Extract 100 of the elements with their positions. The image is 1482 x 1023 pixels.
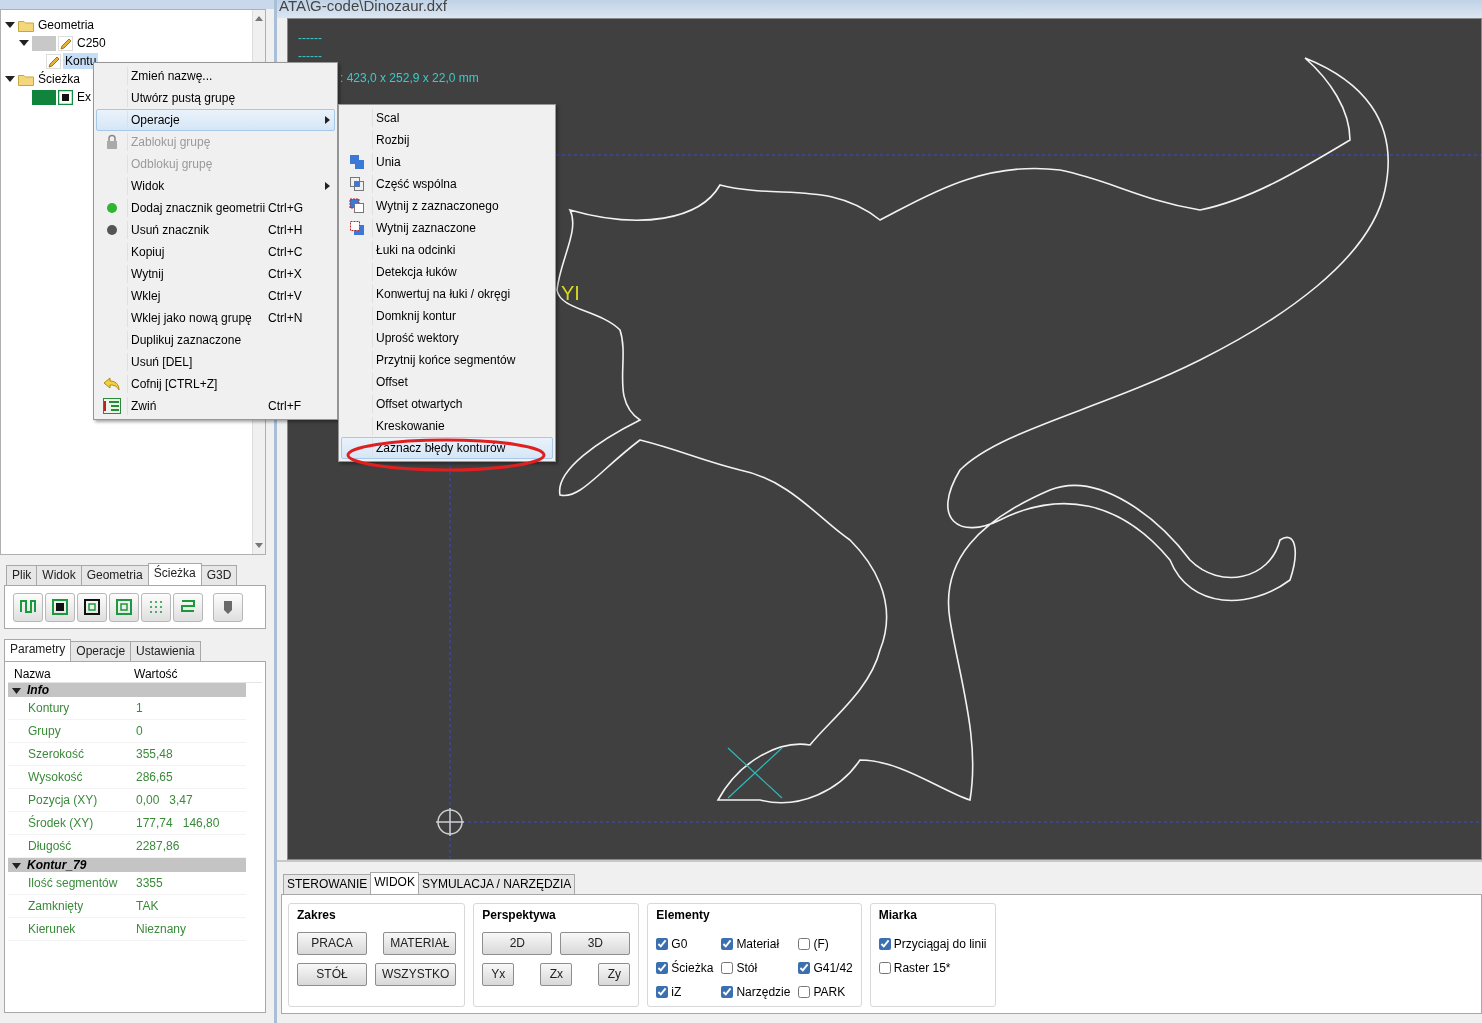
checkbox[interactable] [656,938,669,950]
view-button[interactable]: Zx [540,963,573,986]
submenu-item[interactable]: Część wspólna [341,173,553,195]
menu-item-label: Kopiuj [127,243,165,261]
cross-marker [727,747,783,799]
menu-item-label: Wklej jako nową grupę [127,309,252,327]
scroll-up-icon[interactable] [255,16,263,21]
context-menu-item[interactable]: Wytnij Ctrl+X [96,263,335,285]
submenu-item[interactable]: Wytnij zaznaczone [341,217,553,239]
intersect-shapes-icon [349,176,365,192]
tab[interactable]: STEROWANIE [283,874,372,894]
submenu-item[interactable]: Domknij kontur [341,305,553,327]
property-name: Środek (XY) [27,814,95,832]
tree-item[interactable]: Ex [75,89,93,105]
section-title: Info [27,682,49,699]
tree-item[interactable]: C250 [75,35,108,51]
shortcut-text: Ctrl+H [268,222,304,239]
submenu-item[interactable]: Scal [341,107,553,129]
submenu-item[interactable]: Uprość wektory [341,327,553,349]
checkbox[interactable] [878,962,891,974]
submenu-item[interactable]: Przytnij końce segmentów [341,349,553,371]
submenu-item[interactable]: Detekcja łuków [341,261,553,283]
tab[interactable]: Geometria [80,565,149,585]
tab[interactable]: Ustawienia [130,641,201,661]
menu-item-label: Operacje [127,111,180,129]
property-name: Długość [27,838,73,855]
checkbox-label: Ścieżka [671,959,714,977]
context-menu-item[interactable]: Utwórz pustą grupę [96,87,335,109]
checkbox[interactable] [721,986,734,998]
tab[interactable]: Widok [36,565,82,585]
column-header: Wartość [133,665,178,683]
info-text: : 423,0 x 252,9 x 22,0 mm [340,70,479,87]
tab[interactable]: Operacje [70,641,132,661]
property-name: Kierunek [27,921,77,938]
menu-item-label: Domknij kontur [372,307,457,325]
tab[interactable]: G3D [200,565,238,585]
context-menu-item[interactable]: Zmień nazwę... [96,65,335,87]
submenu-item[interactable]: Łuki na odcinki [341,239,553,261]
checkbox[interactable] [878,938,891,950]
view-button[interactable]: PRACA [297,932,367,955]
view-button[interactable]: MATERIAŁ [383,932,457,955]
origin-crosshair-icon [435,807,465,837]
expanded-arrow-icon[interactable] [12,685,21,695]
view-button[interactable]: 3D [560,932,631,955]
tab[interactable]: Plik [6,565,38,585]
context-menu-item[interactable]: Operacje [96,109,335,131]
scroll-down-icon[interactable] [255,543,263,548]
property-name: Szerokość [27,746,86,763]
checkbox[interactable] [798,986,811,998]
submenu-item[interactable]: Kreskowanie [341,415,553,437]
undo-arrow-icon [103,376,121,392]
toolbar-button[interactable] [45,592,75,622]
submenu-item[interactable]: Rozbij [341,129,553,151]
axis-label: YI [561,281,580,306]
submenu-item[interactable]: Wytnij z zaznaczonego [341,195,553,217]
menu-item-label: Łuki na odcinki [372,241,456,259]
view-button[interactable]: 2D [482,932,553,955]
context-menu-item[interactable]: Duplikuj zaznaczone [96,329,335,351]
list-icon [103,398,121,414]
tab[interactable]: Ścieżka [147,563,202,585]
expanded-arrow-icon[interactable] [12,860,21,870]
context-menu-item[interactable]: Widok [96,175,335,197]
toolbar-button[interactable] [77,592,107,622]
view-button[interactable]: Yx [482,963,515,986]
menu-item-label: Cofnij [CTRL+Z] [127,375,218,393]
tab[interactable]: SYMULACJA / NARZĘDZIA [417,874,576,894]
column-header: Nazwa [13,665,52,683]
menu-item-label: Część wspólna [372,175,457,193]
view-button[interactable]: WSZYSTKO [375,963,457,986]
context-menu-item[interactable]: Dodaj znacznik geometrii Ctrl+G [96,197,335,219]
shortcut-text: Ctrl+G [268,200,304,217]
context-menu-item[interactable]: Wklej jako nową grupę Ctrl+N [96,307,335,329]
checkbox[interactable] [721,938,734,950]
tab[interactable]: WIDOK [370,872,419,894]
group-title: Perspektywa [482,907,557,924]
view-button[interactable]: Zy [598,963,631,986]
tab[interactable]: Parametry [4,639,72,661]
submenu-item[interactable]: Konwertuj na łuki / okręgi [341,283,553,305]
property-name: Ilość segmentów [27,875,119,892]
checkbox[interactable] [798,962,811,974]
checkbox[interactable] [656,962,669,974]
context-menu-item[interactable]: Kopiuj Ctrl+C [96,241,335,263]
checkbox[interactable] [656,986,669,998]
checkbox[interactable] [798,938,811,950]
submenu-item[interactable]: Unia [341,151,553,173]
submenu-item[interactable]: Offset otwartych [341,393,553,415]
checkbox[interactable] [721,962,734,974]
menu-item-label: Uprość wektory [372,329,459,347]
tree-item[interactable]: Geometria [36,17,97,33]
context-menu-item[interactable]: Usuń znacznik Ctrl+H [96,219,335,241]
view-button[interactable]: STÓŁ [297,963,367,986]
tree-item[interactable]: Ścieżka [36,71,83,87]
property-name: Pozycja (XY) [27,792,99,809]
context-menu-item[interactable]: Zwiń Ctrl+F [96,395,335,417]
context-menu-item[interactable]: Usuń [DEL] [96,351,335,373]
context-menu-item[interactable]: Wklej Ctrl+V [96,285,335,307]
context-menu-item[interactable]: Cofnij [CTRL+Z] [96,373,335,395]
submenu-item[interactable]: Offset [341,371,553,393]
property-value: 2287,86 [135,838,180,855]
menu-item-label: Detekcja łuków [372,263,457,281]
